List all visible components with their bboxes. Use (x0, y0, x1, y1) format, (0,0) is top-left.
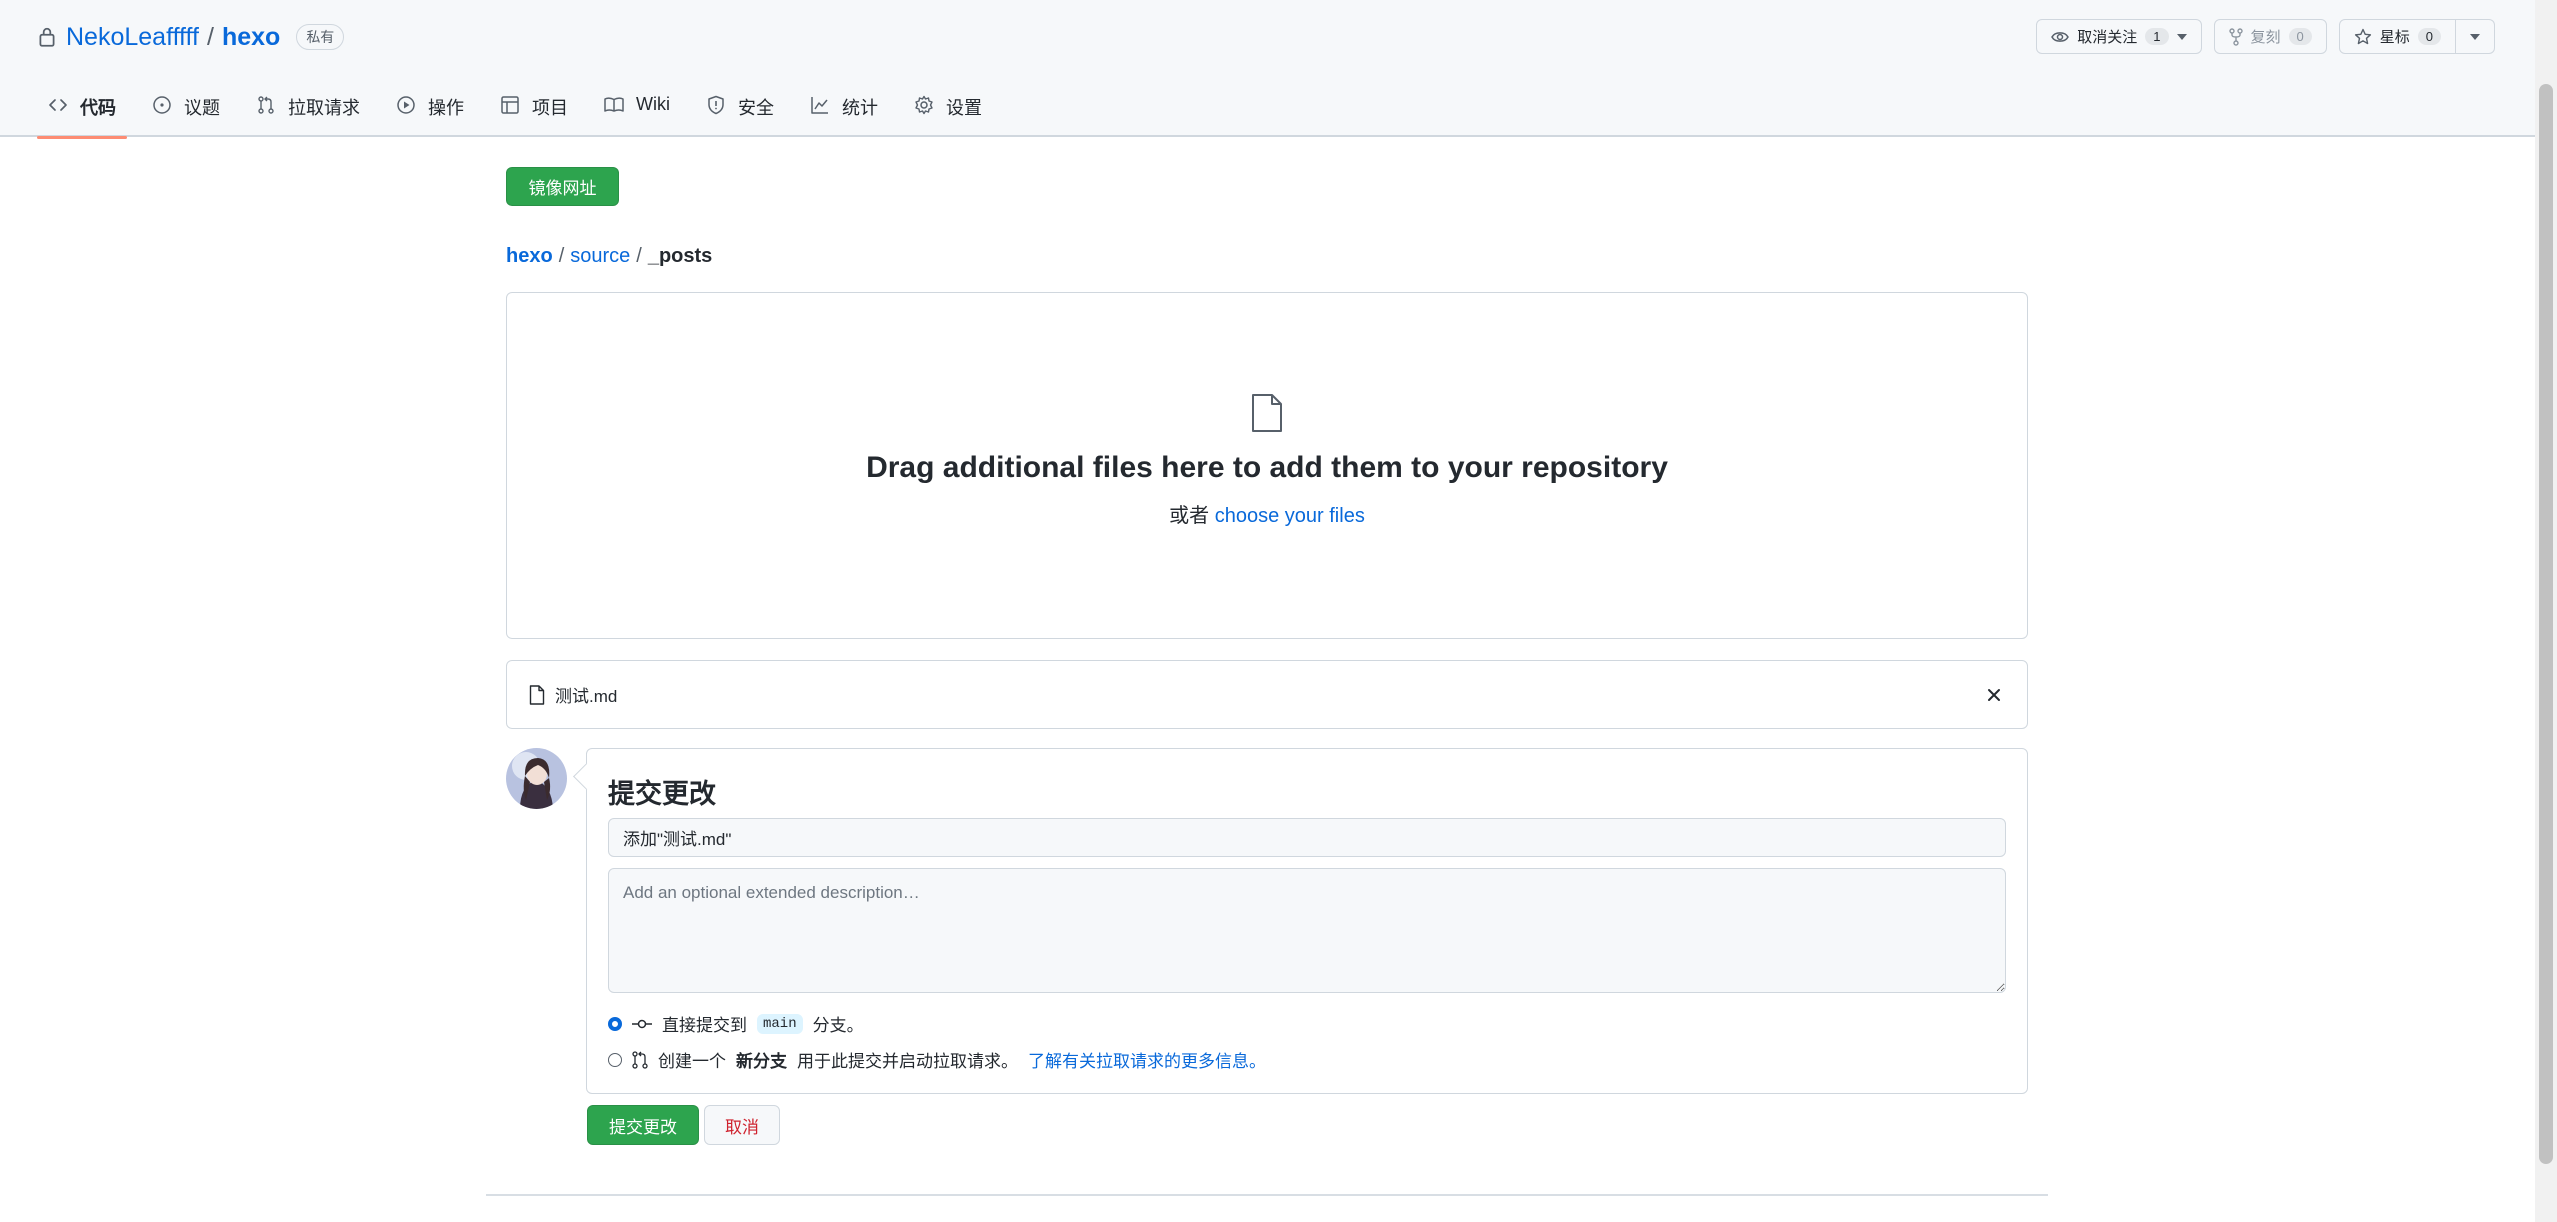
breadcrumb-folder[interactable]: source (570, 245, 630, 267)
star-count: 0 (2417, 28, 2441, 45)
shield-icon (708, 95, 724, 115)
graph-icon (811, 97, 828, 114)
commit-new-suffix: 用于此提交并启动拉取请求。 (797, 1052, 1018, 1071)
commit-new-branch-radio[interactable] (608, 1052, 622, 1067)
tab-issues[interactable]: 议题 (141, 84, 231, 137)
tab-pull-requests[interactable]: 拉取请求 (245, 84, 371, 137)
eye-icon (2051, 31, 2070, 42)
repo-link[interactable]: hexo (222, 23, 280, 52)
avatar-image (506, 748, 567, 809)
learn-more-link[interactable]: 了解有关拉取请求的更多信息。 (1028, 1047, 1266, 1072)
uploaded-file-item: 测试.md (506, 660, 2028, 729)
commit-direct-option[interactable]: 直接提交到 main 分支。 (608, 1011, 864, 1036)
branch-name: main (757, 1013, 803, 1034)
tab-wiki[interactable]: Wiki (593, 84, 681, 137)
tab-label: 设置 (946, 98, 982, 118)
dropzone-title: Drag additional files here to add them t… (866, 451, 1668, 484)
footer-divider (486, 1194, 2048, 1196)
chevron-down-icon (2470, 33, 2480, 40)
cancel-button[interactable]: 取消 (704, 1105, 780, 1145)
breadcrumb-separator: / (558, 245, 565, 267)
tab-label: 安全 (738, 98, 774, 118)
commit-direct-suffix: 分支。 (812, 1016, 864, 1035)
fork-button[interactable]: 复刻 0 (2213, 19, 2327, 54)
close-icon (1988, 688, 2000, 701)
watch-label: 取消关注 (2077, 29, 2138, 46)
tab-label: Wiki (636, 94, 670, 114)
scrollbar-thumb[interactable] (2539, 84, 2553, 1164)
tab-label: 统计 (842, 98, 878, 118)
tab-label: 拉取请求 (288, 98, 360, 118)
tab-label: 议题 (184, 98, 220, 118)
fork-count: 0 (2288, 28, 2312, 45)
file-icon (529, 684, 545, 705)
star-button[interactable]: 星标 0 (2338, 19, 2456, 54)
owner-link[interactable]: NekoLeafffff (66, 23, 199, 52)
visibility-badge: 私有 (296, 24, 345, 50)
fork-icon (2228, 27, 2243, 46)
repo-title: NekoLeafffff / hexo 私有 (38, 22, 345, 52)
breadcrumb: hexo / source / _posts (506, 245, 712, 268)
commit-title: 提交更改 (608, 779, 716, 809)
chevron-down-icon (2176, 33, 2187, 40)
file-dropzone[interactable]: Drag additional files here to add them t… (506, 292, 2028, 639)
choose-files-link[interactable]: choose your files (1215, 505, 1365, 527)
watch-count: 1 (2145, 28, 2169, 45)
pull-request-icon (632, 1050, 648, 1069)
tab-actions[interactable]: 操作 (385, 84, 475, 137)
breadcrumb-repo[interactable]: hexo (506, 245, 553, 267)
tab-insights[interactable]: 统计 (799, 84, 889, 137)
fork-label: 复刻 (2250, 29, 2281, 46)
title-separator: / (207, 22, 214, 51)
dropzone-or: 或者 (1169, 505, 1210, 527)
table-icon (501, 96, 519, 114)
breadcrumb-current: _posts (647, 245, 713, 267)
commit-new-bold: 新分支 (736, 1052, 787, 1071)
tab-label: 代码 (80, 98, 116, 118)
issue-icon (153, 96, 171, 114)
code-icon (49, 99, 67, 111)
scrollbar[interactable] (2535, 0, 2557, 1222)
tab-settings[interactable]: 设置 (903, 84, 993, 137)
commit-direct-prefix: 直接提交到 (662, 1016, 747, 1035)
tab-security[interactable]: 安全 (695, 84, 785, 137)
commit-description-input[interactable] (608, 868, 2006, 993)
tab-projects[interactable]: 项目 (489, 84, 579, 137)
star-list-dropdown[interactable] (2456, 19, 2495, 54)
pull-request-icon (258, 96, 274, 114)
star-label: 星标 (2379, 29, 2410, 46)
repo-actions: 取消关注 1 复刻 0 星标 0 (2036, 19, 2495, 54)
tab-code[interactable]: 代码 (37, 84, 127, 139)
repo-header: NekoLeafffff / hexo 私有 取消关注 1 复刻 0 星标 0 … (0, 0, 2535, 139)
commit-direct-radio[interactable] (608, 1016, 622, 1031)
book-icon (604, 97, 624, 112)
lock-icon (39, 27, 55, 47)
uploaded-file-name: 测试.md (555, 687, 618, 706)
star-icon (2354, 28, 2371, 44)
file-icon (1252, 394, 1282, 432)
avatar[interactable] (506, 748, 567, 809)
tab-label: 项目 (532, 98, 568, 118)
remove-file-button[interactable] (1983, 684, 2005, 706)
git-commit-icon (632, 1019, 652, 1028)
commit-new-branch-option[interactable]: 创建一个 新分支 用于此提交并启动拉取请求。 了解有关拉取请求的更多信息。 (608, 1047, 1266, 1072)
play-icon (397, 96, 415, 114)
commit-changes-button[interactable]: 提交更改 (587, 1105, 699, 1145)
commit-new-prefix: 创建一个 (658, 1052, 726, 1071)
watch-button[interactable]: 取消关注 1 (2036, 19, 2202, 54)
repo-tabs: 代码 议题 拉取请求 操作 项目 Wiki 安全 统计 设置 (37, 84, 1007, 139)
commit-summary-input[interactable] (608, 818, 2006, 857)
mirror-url-button[interactable]: 镜像网址 (506, 167, 619, 206)
breadcrumb-separator: / (636, 245, 642, 267)
dropzone-subtitle: 或者 choose your files (507, 499, 2027, 528)
commit-form: 提交更改 直接提交到 main 分支。 创建一个 新分支 用于此提交并启动拉取请… (586, 748, 2028, 1094)
star-group: 星标 0 (2338, 19, 2495, 54)
gear-icon (915, 95, 933, 115)
tab-label: 操作 (428, 98, 464, 118)
